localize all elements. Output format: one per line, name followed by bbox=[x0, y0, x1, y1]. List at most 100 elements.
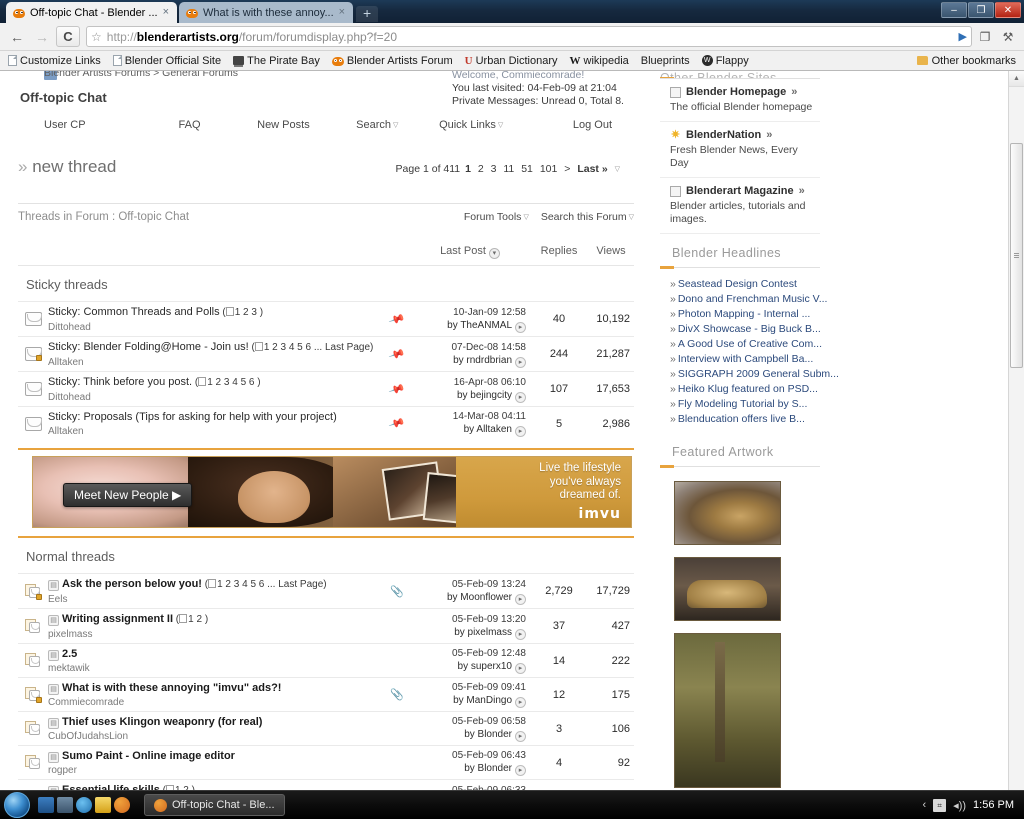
column-header-views[interactable]: Views bbox=[588, 245, 634, 259]
page-last-link[interactable]: Last » bbox=[577, 163, 607, 175]
page-scrollbar[interactable]: ▲ ▼ bbox=[1008, 71, 1024, 819]
wrench-menu-icon[interactable]: ⚒ bbox=[998, 26, 1018, 47]
goto-last-post-icon[interactable]: ▸ bbox=[515, 628, 526, 640]
thread-author[interactable]: Dittohead bbox=[48, 392, 378, 403]
thread-title-link[interactable]: Ask the person below you! bbox=[62, 578, 202, 590]
thread-page-links[interactable]: (1 2 3 4 5 6 ) bbox=[192, 377, 261, 388]
bookmark-blueprints[interactable]: Blueprints bbox=[641, 55, 690, 67]
chrome-icon[interactable] bbox=[114, 797, 130, 813]
bookmark-customize-links[interactable]: Customize Links bbox=[8, 55, 101, 67]
table-row[interactable]: Sticky: Proposals (Tips for asking for h… bbox=[18, 406, 634, 440]
thread-title-link[interactable]: What is with these annoying "imvu" ads?! bbox=[62, 682, 281, 694]
thread-title-link[interactable]: Sticky: Think before you post. bbox=[48, 376, 192, 388]
headline-item[interactable]: » Photon Mapping - Internal ... bbox=[670, 307, 820, 322]
minimize-button[interactable]: – bbox=[941, 2, 967, 18]
goto-last-post-icon[interactable]: ▸ bbox=[515, 697, 526, 708]
page-link-2[interactable]: 2 bbox=[478, 163, 484, 175]
thread-title[interactable]: Sticky: Think before you post. (1 2 3 4 … bbox=[48, 375, 378, 390]
thread-author[interactable]: pixelmass bbox=[48, 629, 378, 640]
new-tab-button[interactable]: + bbox=[356, 6, 379, 22]
last-post-author[interactable]: by Blonder▸ bbox=[410, 728, 526, 742]
media-icon[interactable] bbox=[95, 797, 111, 813]
tray-volume-icon[interactable]: ◂)) bbox=[953, 799, 966, 812]
goto-last-post-icon[interactable]: ▸ bbox=[515, 731, 526, 742]
thread-page-links[interactable]: (1 2 ) bbox=[173, 614, 208, 625]
sidebar-link-blendernation[interactable]: ✷ BlenderNation » Fresh Blender News, Ev… bbox=[660, 122, 820, 178]
taskbar-item-chrome[interactable]: Off-topic Chat - Ble... bbox=[144, 794, 285, 816]
thread-title-link[interactable]: Thief uses Klingon weaponry (for real) bbox=[62, 716, 262, 728]
table-row[interactable]: ▤ 2.5 mektawik 05-Feb-09 12:48 by superx10 ▸ 1… bbox=[18, 643, 634, 677]
forum-tools-button[interactable]: Forum Tools ▽ bbox=[464, 211, 529, 223]
goto-last-post-icon[interactable]: ▸ bbox=[515, 321, 526, 333]
thread-title[interactable]: ▤ Sumo Paint - Online image editor bbox=[48, 749, 378, 763]
mech-robot-artwork[interactable] bbox=[674, 481, 781, 545]
thread-title-link[interactable]: 2.5 bbox=[62, 648, 77, 660]
maximize-button[interactable]: ❐ bbox=[968, 2, 994, 18]
other-bookmarks-button[interactable]: Other bookmarks bbox=[916, 55, 1016, 67]
last-post-author[interactable]: by Alltaken ▸ bbox=[410, 423, 526, 437]
thread-title-link[interactable]: Sticky: Blender Folding@Home - Join us! bbox=[48, 341, 249, 353]
bookmark-wikipedia[interactable]: W wikipedia bbox=[570, 55, 629, 67]
page-link-101[interactable]: 101 bbox=[540, 163, 558, 175]
thread-author[interactable]: mektawik bbox=[48, 663, 378, 674]
bookmark-star-icon[interactable]: ☆ bbox=[91, 30, 102, 44]
grass-field-artwork[interactable] bbox=[674, 633, 781, 788]
table-row[interactable]: ▤ What is with these annoying "imvu" ads?… bbox=[18, 677, 634, 711]
headline-item[interactable]: » Interview with Campbell Ba... bbox=[670, 352, 820, 367]
address-bar[interactable]: ☆ http://blenderartists.org/forum/forumd… bbox=[86, 26, 972, 47]
scrollbar-thumb[interactable] bbox=[1010, 143, 1023, 368]
bookmark-urban-dictionary[interactable]: U Urban Dictionary bbox=[465, 55, 558, 67]
browser-tab-1[interactable]: Off-topic Chat - Blender ... × bbox=[6, 2, 178, 23]
headline-item[interactable]: » A Good Use of Creative Com... bbox=[670, 337, 822, 352]
browser-tab-2-close-icon[interactable]: × bbox=[339, 7, 345, 18]
page-next-link[interactable]: > bbox=[564, 163, 570, 175]
table-row[interactable]: ▤ Ask the person below you! (1 2 3 4 5 6 … bbox=[18, 573, 634, 608]
back-button[interactable]: ← bbox=[6, 26, 28, 47]
page-link-1[interactable]: 1 bbox=[465, 163, 471, 175]
tray-network-icon[interactable]: ⌗ bbox=[933, 798, 947, 812]
thread-title-link[interactable]: Writing assignment II bbox=[62, 613, 173, 625]
sidebar-link-blenderart-magazine[interactable]: Blenderart Magazine » Blender articles, … bbox=[660, 178, 820, 234]
thread-title[interactable]: ▤ What is with these annoying "imvu" ads?… bbox=[48, 681, 378, 695]
bookmark-blender-artists-forum[interactable]: Blender Artists Forum bbox=[331, 55, 453, 67]
table-row[interactable]: Sticky: Think before you post. (1 2 3 4 … bbox=[18, 371, 634, 406]
headline-item[interactable]: » DivX Showcase - Big Buck B... bbox=[670, 322, 821, 337]
sort-icon[interactable]: ▾ bbox=[488, 248, 500, 259]
taskbar-clock[interactable]: 1:56 PM bbox=[973, 799, 1014, 811]
reload-button[interactable]: C bbox=[56, 26, 80, 47]
thread-author[interactable]: Commiecomrade bbox=[48, 697, 378, 708]
thread-title[interactable]: ▤ Thief uses Klingon weaponry (for real) bbox=[48, 715, 378, 729]
headline-item[interactable]: » Heiko Klug featured on PSD... bbox=[670, 382, 820, 397]
page-link-11[interactable]: 11 bbox=[503, 163, 514, 175]
browser-tab-1-close-icon[interactable]: × bbox=[163, 7, 169, 18]
thread-page-links[interactable]: (1 2 3 ) bbox=[220, 307, 263, 318]
thread-title[interactable]: ▤ Writing assignment II (1 2 ) bbox=[48, 612, 378, 627]
page-menu-icon[interactable]: ❐ bbox=[975, 26, 995, 47]
thread-title[interactable]: ▤ 2.5 bbox=[48, 647, 378, 661]
headline-item[interactable]: » Seastead Design Contest bbox=[670, 277, 820, 292]
thread-author[interactable]: rogper bbox=[48, 765, 378, 776]
last-post-author[interactable]: by ManDingo ▸ bbox=[410, 694, 526, 708]
scroll-up-arrow-icon[interactable]: ▲ bbox=[1009, 71, 1024, 87]
forward-button[interactable]: → bbox=[31, 26, 53, 47]
thread-title-link[interactable]: Sticky: Proposals (Tips for asking for h… bbox=[48, 411, 337, 423]
ie-icon[interactable] bbox=[76, 797, 92, 813]
thread-page-links[interactable]: (1 2 3 4 5 6 ... Last Page) bbox=[249, 342, 373, 353]
thread-title[interactable]: Sticky: Proposals (Tips for asking for h… bbox=[48, 410, 378, 424]
thread-title[interactable]: Sticky: Blender Folding@Home - Join us! … bbox=[48, 340, 378, 355]
new-thread-button[interactable]: » new thread bbox=[18, 157, 116, 177]
table-row[interactable]: ▤ Writing assignment II (1 2 ) pixelmass 05… bbox=[18, 608, 634, 643]
nav-search[interactable]: Search ▽ bbox=[330, 119, 424, 131]
imvu-ad-banner[interactable]: Live the lifestyle you've always dreamed… bbox=[32, 456, 632, 528]
last-post-author[interactable]: by Moonflower ▸ bbox=[410, 591, 526, 605]
goto-last-post-icon[interactable]: ▸ bbox=[515, 663, 526, 674]
nav-faq[interactable]: FAQ bbox=[143, 119, 237, 131]
headline-item[interactable]: » SIGGRAPH 2009 General Subm... bbox=[670, 367, 839, 382]
last-post-author[interactable]: by TheANMAL ▸ bbox=[410, 319, 526, 333]
chevron-down-icon[interactable]: ▽ bbox=[615, 166, 620, 173]
thread-page-links[interactable]: (1 2 3 4 5 6 ... Last Page) bbox=[202, 579, 327, 590]
thread-title[interactable]: ▤ Ask the person below you! (1 2 3 4 5 6 … bbox=[48, 577, 378, 592]
sidebar-link-blender-homepage[interactable]: Blender Homepage » The official Blender … bbox=[660, 79, 820, 122]
last-post-author[interactable]: by Blonder▸ bbox=[410, 762, 526, 776]
nav-quick-links[interactable]: Quick Links ▽ bbox=[424, 119, 518, 131]
